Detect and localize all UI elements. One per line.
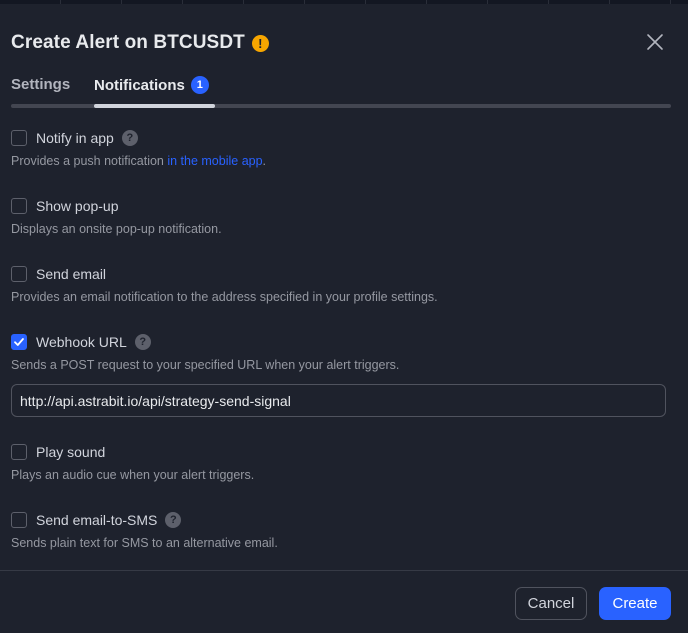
checkmark-icon — [14, 338, 24, 346]
tab-notifications[interactable]: Notifications 1 — [94, 76, 209, 94]
option-description: Provides an email notification to the ad… — [11, 290, 438, 304]
help-icon[interactable]: ? — [121, 130, 138, 146]
cancel-button[interactable]: Cancel — [515, 587, 587, 620]
webhook-url-input[interactable] — [11, 384, 666, 417]
close-icon[interactable] — [644, 31, 666, 53]
option-description: Sends a POST request to your specified U… — [11, 358, 400, 372]
dialog-title: Create Alert on BTCUSDT — [11, 32, 245, 53]
option-label: Show pop-up — [36, 198, 119, 214]
option-description: Provides a push notification in the mobi… — [11, 154, 671, 168]
active-tab-indicator — [94, 104, 215, 108]
option-label: Send email — [36, 266, 107, 282]
create-alert-dialog: Create Alert on BTCUSDT ! Settings Notif… — [0, 4, 688, 633]
send-email-to-sms-checkbox[interactable] — [11, 512, 27, 528]
option-description: Sends plain text for SMS to an alternati… — [11, 536, 278, 550]
tab-label: Settings — [11, 76, 71, 93]
footer-divider — [0, 570, 688, 571]
option-webhook-url: Webhook URL ? Sends a POST request to yo… — [11, 332, 671, 372]
show-popup-checkbox[interactable] — [11, 198, 27, 214]
option-play-sound: Play sound Plays an audio cue when your … — [11, 442, 671, 482]
option-send-email: Send email Provides an email notificatio… — [11, 264, 671, 304]
option-label: Webhook URL — [36, 334, 127, 350]
option-label: Play sound — [36, 444, 106, 460]
notification-count-badge: 1 — [190, 76, 209, 94]
tab-settings[interactable]: Settings — [11, 76, 70, 93]
notify-in-app-checkbox[interactable] — [11, 130, 27, 146]
send-email-checkbox[interactable] — [11, 266, 27, 282]
option-description: Displays an onsite pop-up notification. — [11, 222, 222, 236]
option-label: Send email-to-SMS — [36, 512, 158, 528]
dialog-header: Create Alert on BTCUSDT ! — [11, 28, 672, 58]
dialog-tabs: Settings Notifications 1 — [11, 72, 671, 108]
option-send-email-to-sms: Send email-to-SMS ? Sends plain text for… — [11, 510, 671, 550]
exclamation-icon[interactable]: ! — [251, 34, 269, 52]
webhook-url-checkbox[interactable] — [11, 334, 27, 350]
help-icon[interactable]: ? — [165, 512, 182, 528]
play-sound-checkbox[interactable] — [11, 444, 27, 460]
tab-label: Notifications — [94, 76, 185, 94]
option-notify-in-app: Notify in app ? Provides a push notifica… — [11, 128, 671, 168]
option-show-popup: Show pop-up Displays an onsite pop-up no… — [11, 196, 671, 236]
description-end: . — [262, 154, 267, 168]
create-button[interactable]: Create — [599, 587, 671, 620]
help-icon[interactable]: ? — [134, 334, 151, 350]
option-description: Plays an audio cue when your alert trigg… — [11, 468, 255, 482]
option-label: Notify in app — [36, 130, 114, 146]
mobile-app-link[interactable]: in the mobile app — [167, 154, 262, 168]
description-text: Provides a push notification — [11, 154, 168, 168]
